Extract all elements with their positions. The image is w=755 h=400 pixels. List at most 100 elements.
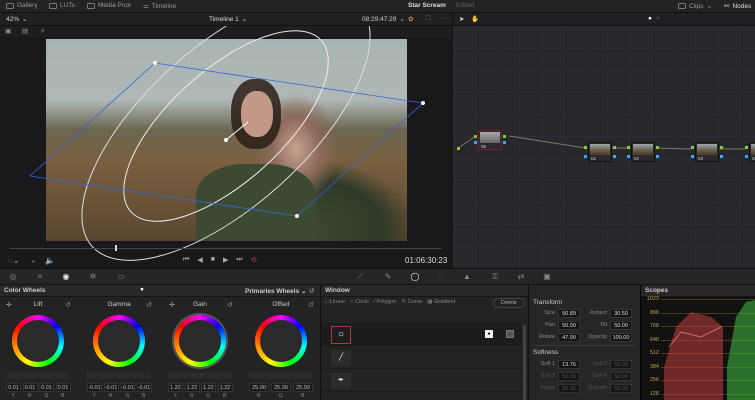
luts-button[interactable]: LUTs bbox=[49, 2, 75, 9]
opacity-field[interactable]: 100.00 bbox=[610, 333, 632, 342]
window-corner-handle[interactable] bbox=[295, 214, 299, 218]
wheel-value-field[interactable]: 1.22 bbox=[201, 383, 216, 392]
soft1-field[interactable]: 13.76 bbox=[558, 360, 580, 369]
wheel-value-field[interactable]: 0.01 bbox=[6, 383, 21, 392]
picker-icon[interactable]: ✛ bbox=[6, 301, 12, 309]
scrubber-track[interactable] bbox=[10, 248, 442, 249]
window-enable-toggle[interactable]: ● bbox=[485, 330, 493, 338]
node-input[interactable] bbox=[691, 155, 694, 158]
wheel-value-field[interactable]: 25.00 bbox=[271, 383, 291, 392]
source-timecode-dropdown[interactable]: 08:29:47:29 ⌄ bbox=[362, 15, 405, 24]
node-input[interactable] bbox=[584, 146, 587, 149]
window-outer-ellipse[interactable] bbox=[39, 26, 414, 268]
picker-icon[interactable]: ✛ bbox=[169, 301, 175, 309]
reset-all-icon[interactable]: ↺ bbox=[309, 287, 314, 295]
reset-gain-icon[interactable]: ↺ bbox=[227, 301, 233, 309]
media-pool-button[interactable]: Media Pool bbox=[87, 2, 131, 9]
page-dot-active[interactable]: ● bbox=[648, 15, 652, 22]
hdr-icon[interactable]: ✲ bbox=[88, 273, 98, 281]
more-options-icon[interactable]: ··· bbox=[441, 15, 448, 22]
polygon-window-icon[interactable]: ╱ bbox=[331, 350, 351, 366]
wheel-value-field[interactable]: 0.01 bbox=[39, 383, 54, 392]
lift-wheel[interactable] bbox=[12, 315, 64, 367]
circle-window-icon[interactable]: ○ bbox=[331, 326, 351, 344]
skip-to-end-icon[interactable]: ⏭ bbox=[236, 256, 242, 264]
blur-icon[interactable]: ▲ bbox=[462, 273, 472, 281]
qualifier-icon[interactable]: ✎ bbox=[383, 273, 393, 281]
circle-tool[interactable]: ○ Circle bbox=[350, 299, 369, 305]
timeline-button[interactable]: ⚌ Timeline bbox=[143, 2, 176, 11]
camera-raw-icon[interactable]: ◎ bbox=[8, 273, 18, 281]
play-reverse-icon[interactable]: ◀ bbox=[197, 256, 202, 264]
delete-button[interactable]: Delete bbox=[493, 298, 525, 308]
3d-icon[interactable]: ▣ bbox=[542, 273, 552, 281]
node-input[interactable] bbox=[584, 155, 587, 158]
wheel-value-field[interactable]: -0.01 bbox=[87, 383, 102, 392]
node-05[interactable]: 05 bbox=[478, 130, 502, 150]
skip-to-start-icon[interactable]: ⏮ bbox=[183, 256, 189, 264]
outside-field[interactable]: 50.00 bbox=[610, 384, 632, 393]
node-output[interactable] bbox=[503, 135, 506, 138]
window-corner-handle[interactable] bbox=[153, 61, 157, 65]
node-input[interactable] bbox=[474, 141, 477, 144]
node-output[interactable] bbox=[720, 155, 723, 158]
key-icon[interactable]: ⚿ bbox=[490, 273, 500, 281]
window-row-curve[interactable]: ✒ bbox=[321, 370, 521, 392]
curves-icon[interactable]: ⟋ bbox=[355, 273, 365, 281]
gain-wheel[interactable] bbox=[174, 315, 226, 367]
node-output[interactable] bbox=[503, 141, 506, 144]
wheel-value-field[interactable]: 1.22 bbox=[217, 383, 233, 392]
stop-icon[interactable]: ■ bbox=[211, 256, 215, 264]
inside-field[interactable]: 50.00 bbox=[558, 384, 580, 393]
pan-field[interactable]: 50.00 bbox=[558, 321, 580, 330]
aspect-field[interactable]: 30.50 bbox=[610, 309, 632, 318]
page-dot-active[interactable]: ● bbox=[140, 286, 144, 293]
rgb-mixer-icon[interactable]: ▭ bbox=[116, 273, 126, 281]
window-icon[interactable]: ◯ bbox=[410, 273, 420, 281]
audio-meter-icon[interactable]: ◒ bbox=[31, 256, 36, 265]
node-input[interactable] bbox=[691, 146, 694, 149]
tilt-field[interactable]: 50.00 bbox=[610, 321, 632, 330]
window-invert-toggle[interactable] bbox=[506, 330, 514, 338]
size-field[interactable]: 50.89 bbox=[558, 309, 580, 318]
wheel-value-field[interactable]: 0.01 bbox=[55, 383, 71, 392]
wheels-mode-dropdown[interactable]: Primaries Wheels ⌄ bbox=[245, 287, 306, 295]
gain-master-slider[interactable] bbox=[168, 373, 232, 379]
polygon-tool[interactable]: ⁄ Polygon bbox=[374, 299, 396, 305]
gallery-button[interactable]: Gallery bbox=[6, 2, 38, 9]
loop-icon[interactable]: ⟲ bbox=[251, 256, 257, 264]
rotate-field[interactable]: 47.90 bbox=[558, 333, 580, 342]
node-03[interactable]: 03 bbox=[695, 142, 719, 162]
scrubber-playhead[interactable] bbox=[115, 245, 117, 251]
wheel-value-field[interactable]: 25.00 bbox=[249, 383, 269, 392]
play-icon[interactable]: ▶ bbox=[223, 256, 228, 264]
zoom-dropdown[interactable]: 42% ⌄ bbox=[6, 15, 27, 24]
source-input-dot[interactable] bbox=[457, 147, 460, 150]
wheel-value-field[interactable]: 1.22 bbox=[168, 383, 183, 392]
color-match-icon[interactable]: ⌗ bbox=[35, 273, 45, 281]
viewer-mode-icon[interactable]: ◌⌄ bbox=[8, 256, 19, 265]
node-output[interactable] bbox=[613, 155, 616, 158]
fullscreen-icon[interactable]: ⛶ bbox=[426, 15, 431, 23]
sizing-icon[interactable]: ⇄ bbox=[516, 273, 526, 281]
wheel-value-field[interactable]: -0.01 bbox=[120, 383, 135, 392]
gamma-wheel[interactable] bbox=[93, 315, 145, 367]
gradient-tool[interactable]: ▦ Gradient bbox=[427, 299, 455, 305]
window-row-linear[interactable] bbox=[321, 309, 521, 324]
node-02[interactable]: 02 bbox=[631, 142, 655, 162]
node-input[interactable] bbox=[745, 146, 748, 149]
reset-gamma-icon[interactable]: ↺ bbox=[146, 301, 152, 309]
color-wheels-icon[interactable]: ◉ bbox=[61, 273, 71, 281]
soft2-field[interactable]: 50.00 bbox=[610, 360, 632, 369]
offset-wheel[interactable] bbox=[255, 315, 307, 367]
nodes-button[interactable]: ⚯ Nodes bbox=[724, 2, 751, 11]
hand-icon[interactable]: ✋ bbox=[471, 15, 479, 23]
window-row-circle[interactable]: ○ ● bbox=[321, 324, 521, 346]
window-center-handle[interactable] bbox=[224, 138, 228, 142]
soft4-field[interactable]: 50.00 bbox=[610, 372, 632, 381]
node-output[interactable] bbox=[656, 155, 659, 158]
node-input[interactable] bbox=[627, 146, 630, 149]
window-row-polygon[interactable]: ╱ bbox=[321, 347, 521, 369]
gamma-master-slider[interactable] bbox=[87, 373, 151, 379]
speaker-icon[interactable]: 🔈 bbox=[45, 256, 55, 265]
